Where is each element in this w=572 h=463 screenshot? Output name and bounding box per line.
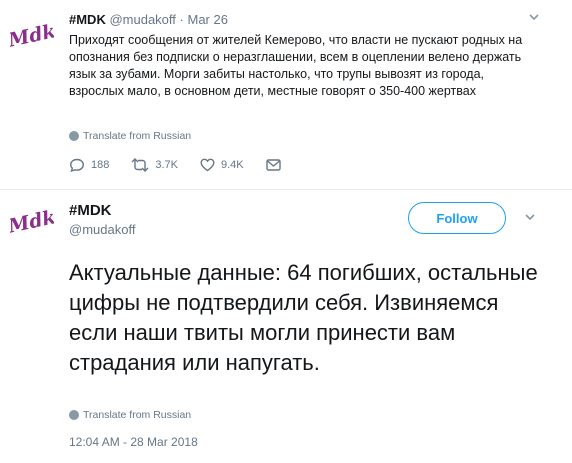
tweet-actions: 188 3.7K 9.4K [69, 158, 303, 172]
display-name[interactable]: #MDK [69, 12, 106, 27]
tweet-timestamp[interactable]: 12:04 AM - 28 Mar 2018 [69, 435, 198, 449]
translate-link[interactable]: Translate from Russian [69, 409, 191, 421]
tweet-text: Приходят сообщения от жителей Кемерово, … [69, 33, 523, 98]
globe-icon [69, 131, 79, 141]
mdk-logo-avatar[interactable]: Mdk [10, 200, 54, 244]
mdk-logo-avatar[interactable]: Mdk [10, 14, 54, 58]
handle[interactable]: @mudakoff [109, 12, 175, 27]
tweet-header: #MDK @mudakoff · Mar 26 [69, 12, 228, 27]
retweet-button[interactable]: 3.7K [131, 158, 178, 172]
display-name[interactable]: #MDK [69, 202, 112, 219]
follow-button[interactable]: Follow [408, 202, 506, 234]
retweet-icon [131, 158, 149, 172]
handle[interactable]: @mudakoff [69, 222, 135, 237]
heart-icon [200, 158, 215, 172]
retweet-count: 3.7K [155, 159, 178, 171]
translate-label: Translate from Russian [83, 130, 192, 142]
direct-message-button[interactable] [265, 159, 281, 171]
translate-label: Translate from Russian [83, 409, 192, 421]
tweet-divider [0, 189, 572, 190]
globe-icon [69, 410, 79, 420]
translate-link[interactable]: Translate from Russian [69, 130, 191, 142]
mdk-logo-text: Mdk [10, 206, 54, 238]
like-count: 9.4K [221, 159, 244, 171]
separator: · [179, 12, 184, 27]
chevron-down-icon[interactable] [523, 210, 537, 224]
like-button[interactable]: 9.4K [200, 158, 244, 172]
envelope-icon [265, 159, 281, 171]
tweet-date[interactable]: Mar 26 [188, 12, 228, 27]
reply-count: 188 [91, 159, 110, 171]
mdk-logo-text: Mdk [10, 20, 54, 52]
chevron-down-icon[interactable] [527, 10, 541, 24]
tweet-text: Актуальные данные: 64 погибших, остальны… [69, 260, 538, 375]
reply-icon [69, 158, 85, 172]
reply-button[interactable]: 188 [69, 158, 109, 172]
